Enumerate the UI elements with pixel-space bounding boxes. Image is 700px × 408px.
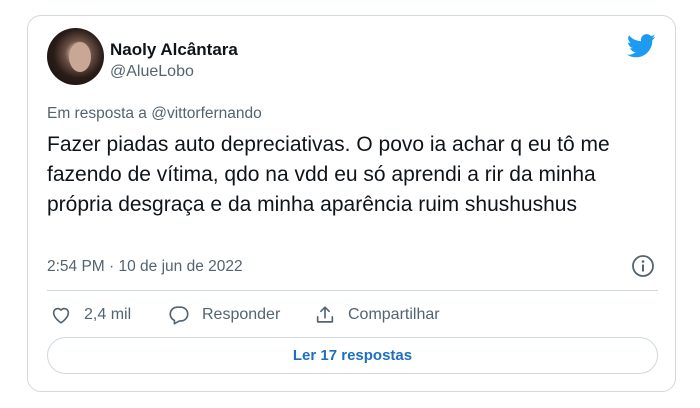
avatar[interactable] — [47, 28, 104, 85]
share-button[interactable]: Compartilhar — [314, 303, 440, 327]
reply-button[interactable]: Responder — [168, 303, 280, 327]
share-icon — [316, 306, 334, 323]
author-handle[interactable]: @AlueLobo — [110, 63, 194, 81]
avatar-face — [69, 42, 91, 72]
tweet-timestamp[interactable]: 2:54 PM · 10 de jun de 2022 — [47, 258, 243, 276]
reply-label: Responder — [202, 306, 281, 323]
reply-context: Em resposta a @vittorfernando — [47, 105, 262, 123]
tweet-text: Fazer piadas auto depreciativas. O povo … — [47, 133, 610, 216]
reply-to-handle-link[interactable]: @vittorfernando — [151, 105, 262, 122]
reply-prefix: Em resposta a — [47, 105, 152, 122]
comment-icon — [169, 306, 189, 325]
like-button[interactable]: 2,4 mil — [50, 303, 131, 327]
heart-icon — [52, 307, 70, 324]
author-name[interactable]: Naoly Alcântara — [110, 40, 238, 60]
divider — [47, 290, 658, 291]
tweet-card: Naoly Alcântara @AlueLobo Em resposta a … — [27, 15, 676, 392]
twitter-bird-icon[interactable] — [627, 34, 656, 58]
read-replies-button[interactable]: Ler 17 respostas — [47, 337, 658, 374]
info-icon[interactable] — [631, 254, 655, 278]
like-count: 2,4 mil — [84, 306, 132, 323]
share-label: Compartilhar — [348, 306, 440, 323]
